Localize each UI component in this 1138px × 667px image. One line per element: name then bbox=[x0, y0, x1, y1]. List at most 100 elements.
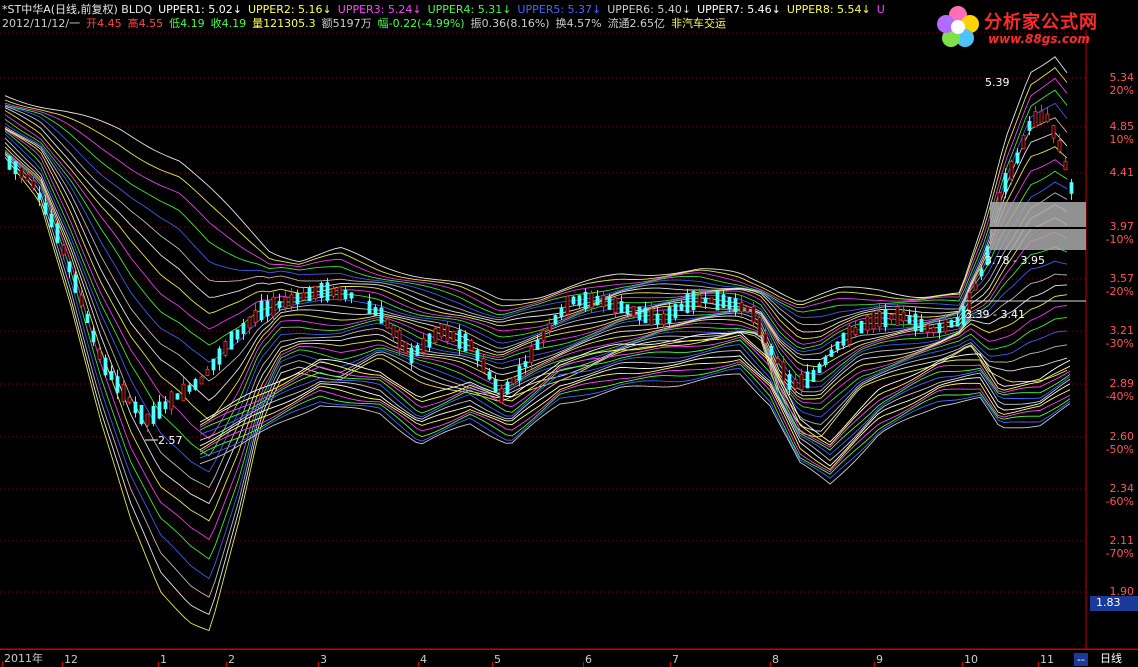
axis-price-label: 3.97 bbox=[1109, 220, 1135, 233]
candle-body bbox=[799, 373, 804, 391]
candle-body bbox=[751, 306, 756, 323]
axis-pct-label: -10% bbox=[1105, 233, 1134, 246]
period-button[interactable]: 日线 bbox=[1100, 650, 1122, 666]
candle-body bbox=[91, 330, 96, 343]
band-line bbox=[4, 114, 1068, 345]
candle-body bbox=[133, 401, 138, 413]
candle-body bbox=[859, 320, 864, 334]
candle-body bbox=[649, 308, 654, 326]
candle-body bbox=[529, 346, 534, 363]
candle-body bbox=[109, 370, 114, 381]
axis-price-label: 2.11 bbox=[1109, 534, 1135, 547]
band-line bbox=[199, 361, 1071, 473]
candle-body bbox=[973, 283, 978, 291]
candle-body bbox=[85, 314, 90, 323]
axis-pct-label: -70% bbox=[1105, 547, 1134, 560]
candle-body bbox=[607, 296, 612, 310]
logo-url: www.88gs.com bbox=[988, 32, 1090, 46]
candle-body bbox=[559, 307, 564, 318]
candle-body bbox=[469, 340, 474, 351]
quote-item-1: 开4.45 bbox=[86, 17, 122, 30]
quote-item-6: 额5197万 bbox=[321, 17, 372, 30]
candle-body bbox=[157, 401, 162, 419]
date-tick: 10 bbox=[964, 653, 978, 666]
candlestick-chart[interactable]: 5.39 2.57 3.78 - 3.95 3.39 - 3.41 bbox=[0, 0, 1138, 667]
axis-price-label: 3.21 bbox=[1109, 324, 1135, 337]
band-line bbox=[199, 363, 1071, 475]
candle-body bbox=[187, 385, 192, 392]
axis-price-label: 4.85 bbox=[1109, 120, 1135, 133]
candle-body bbox=[865, 315, 870, 331]
candle-body bbox=[481, 358, 486, 373]
axis-price-label: 2.60 bbox=[1109, 430, 1135, 443]
candle-body bbox=[79, 294, 84, 307]
candle-body bbox=[307, 287, 312, 302]
candle-body bbox=[61, 244, 66, 256]
candle-body bbox=[787, 374, 792, 390]
quote-item-5: 量121305.3 bbox=[252, 17, 316, 30]
candle-body bbox=[451, 330, 456, 343]
candle-body bbox=[475, 350, 480, 361]
candle-body bbox=[655, 313, 660, 325]
candle-body bbox=[427, 333, 432, 348]
candle-body bbox=[445, 325, 450, 342]
candle-body bbox=[1021, 134, 1026, 149]
band-line bbox=[199, 336, 1071, 448]
band-line bbox=[199, 334, 1071, 446]
period-toggle-button[interactable]: -- bbox=[1074, 653, 1088, 666]
candle-body bbox=[31, 180, 36, 189]
date-tick: 12 bbox=[64, 653, 78, 666]
candle-body bbox=[853, 327, 858, 336]
candle-body bbox=[1015, 152, 1020, 164]
candle-body bbox=[691, 290, 696, 311]
indicator-item-9: U bbox=[876, 3, 885, 16]
candle-body bbox=[337, 286, 342, 301]
logo-title: 分析家公式网 bbox=[984, 12, 1098, 33]
quote-header: 2012/11/12/一 开4.45 高4.55 低4.19 收4.19 量121305.… bbox=[2, 17, 732, 31]
support-zone-box bbox=[990, 202, 1086, 250]
candle-body bbox=[397, 329, 402, 350]
candle-body bbox=[199, 376, 204, 385]
candle-body bbox=[385, 318, 390, 329]
candle-body bbox=[667, 306, 672, 324]
candle-body bbox=[37, 193, 42, 200]
candle-body bbox=[595, 295, 600, 306]
indicator-item-5: UPPER5: 5.37↓ bbox=[517, 3, 602, 16]
indicator-item-7: UPPER7: 5.46↓ bbox=[697, 3, 781, 16]
candle-body bbox=[697, 294, 702, 307]
quote-item-7: 幅-0.22(-4.99%) bbox=[377, 17, 465, 30]
candle-body bbox=[193, 379, 198, 390]
candle-body bbox=[619, 301, 624, 314]
date-tick: 2011年 bbox=[4, 652, 43, 665]
candle-body bbox=[613, 297, 618, 313]
candle-body bbox=[775, 358, 780, 364]
candle-body bbox=[895, 306, 900, 326]
quote-item-3: 低4.19 bbox=[169, 17, 205, 30]
axis-price-label: 4.41 bbox=[1109, 166, 1135, 179]
axis-pct-label: -20% bbox=[1105, 285, 1134, 298]
axis-price-label: 3.57 bbox=[1109, 272, 1135, 285]
candle-body bbox=[127, 397, 132, 404]
band-line bbox=[4, 56, 1068, 302]
candle-body bbox=[433, 328, 438, 343]
candle-body bbox=[601, 295, 606, 308]
candle-body bbox=[373, 307, 378, 316]
axis-pct-label: -30% bbox=[1105, 337, 1134, 350]
candle-body bbox=[979, 268, 984, 277]
candle-body bbox=[703, 297, 708, 304]
candle-body bbox=[175, 393, 180, 400]
date-tick: 8 bbox=[772, 653, 779, 666]
date-tick: 4 bbox=[420, 653, 427, 666]
candle-body bbox=[517, 365, 522, 381]
candle-body bbox=[43, 202, 48, 215]
candle-body bbox=[271, 296, 276, 317]
band-line bbox=[4, 152, 1068, 580]
candle-body bbox=[421, 338, 426, 353]
axis-pct-label: -60% bbox=[1105, 495, 1134, 508]
candle-body bbox=[7, 156, 12, 170]
current-price-box: 1.83 bbox=[1090, 596, 1138, 611]
candle-body bbox=[253, 310, 258, 323]
candle-body bbox=[205, 368, 210, 377]
site-logo: 分析家公式网 www.88gs.com bbox=[932, 2, 1132, 50]
candle-body bbox=[223, 341, 228, 356]
